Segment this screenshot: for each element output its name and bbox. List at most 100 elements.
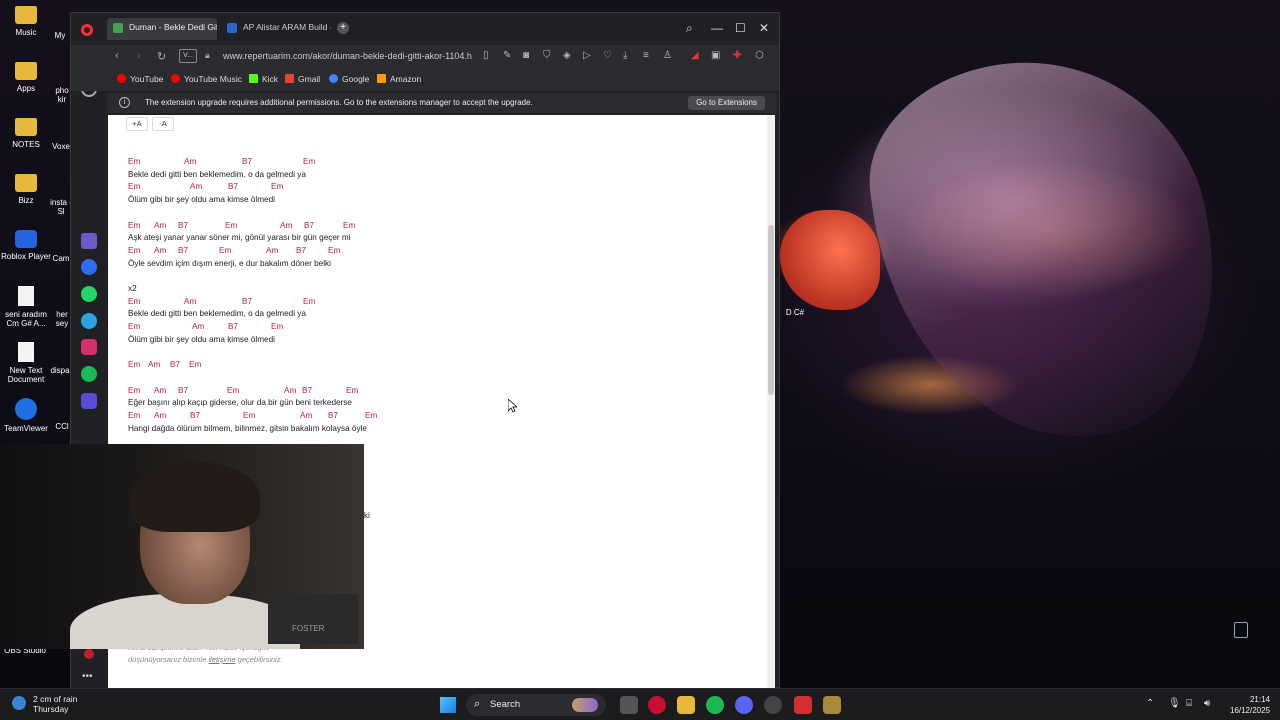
- chord[interactable]: Am: [192, 322, 204, 331]
- chord[interactable]: Em: [346, 386, 358, 395]
- url-field[interactable]: www.repertuarim.com/akor/duman-bekle-ded…: [223, 51, 473, 61]
- extension-icon[interactable]: ◢: [691, 50, 699, 61]
- rain-icon[interactable]: [12, 696, 26, 710]
- font-decrease-button[interactable]: -A: [152, 117, 174, 131]
- spotify-taskbar-icon[interactable]: [706, 696, 724, 714]
- scrollbar-thumb[interactable]: [768, 225, 774, 395]
- spotify-icon[interactable]: [81, 366, 97, 382]
- bookmark-youtube[interactable]: YouTube: [117, 74, 163, 84]
- new-tab-button[interactable]: +: [337, 22, 349, 34]
- chord[interactable]: B7: [178, 221, 188, 230]
- reader-icon[interactable]: ▯: [483, 50, 489, 61]
- menu-icon[interactable]: ≡: [643, 50, 649, 61]
- chord[interactable]: Am: [154, 246, 166, 255]
- bookmark-gmail[interactable]: Gmail: [285, 74, 320, 84]
- chord[interactable]: Em: [219, 246, 231, 255]
- chord[interactable]: B7: [178, 386, 188, 395]
- chord[interactable]: Am: [280, 221, 292, 230]
- chord[interactable]: Em: [189, 360, 201, 369]
- chord[interactable]: Em: [343, 221, 355, 230]
- camera-icon[interactable]: ◙: [523, 50, 529, 61]
- chord[interactable]: Em: [128, 386, 140, 395]
- windows-start-icon[interactable]: [440, 697, 456, 713]
- desktop-icon-roblox[interactable]: Roblox Player: [0, 230, 52, 261]
- more-icon[interactable]: •••: [82, 671, 93, 682]
- chord[interactable]: B7: [328, 411, 338, 420]
- lock-icon[interactable]: 🔒︎: [205, 50, 210, 61]
- task-view-icon[interactable]: [620, 696, 638, 714]
- weather-widget[interactable]: 2 cm of rain Thursday: [33, 694, 77, 714]
- network-icon[interactable]: ⌸: [1186, 698, 1192, 709]
- chord[interactable]: Em: [303, 297, 315, 306]
- chord[interactable]: Em: [128, 221, 140, 230]
- instagram-icon[interactable]: [81, 339, 97, 355]
- desktop-icon-new-text-document[interactable]: New Text Document: [0, 342, 52, 384]
- chord[interactable]: B7: [242, 157, 252, 166]
- volume-icon[interactable]: 🔊︎: [1204, 698, 1210, 709]
- desktop-icon-notes[interactable]: NOTES: [0, 118, 52, 149]
- font-increase-button[interactable]: +A: [126, 117, 148, 131]
- reload-icon[interactable]: ↻: [157, 50, 166, 63]
- chord[interactable]: Em: [128, 322, 140, 331]
- league-client-icon[interactable]: [823, 696, 841, 714]
- messenger-icon[interactable]: [81, 259, 97, 275]
- file-explorer-icon[interactable]: [677, 696, 695, 714]
- microphone-icon[interactable]: 🎙︎: [1168, 698, 1181, 709]
- shield-icon[interactable]: ⛉: [543, 50, 551, 61]
- tab-alistar[interactable]: AP Alistar ARAM Build - U: [221, 18, 331, 40]
- aria-icon[interactable]: [81, 233, 97, 249]
- bookmark-amazon[interactable]: Amazon: [377, 74, 421, 84]
- chord[interactable]: Em: [128, 246, 140, 255]
- extensions-cube-icon[interactable]: ⬡: [755, 50, 764, 61]
- edit-icon[interactable]: ✎: [503, 50, 511, 61]
- chord[interactable]: Em: [365, 411, 377, 420]
- tab-duman[interactable]: Duman - Bekle Dedi Gitti -: [107, 18, 217, 40]
- chord[interactable]: Am: [154, 221, 166, 230]
- tray-chevron-icon[interactable]: ⌃: [1146, 698, 1154, 709]
- extension-icon[interactable]: ▣: [711, 50, 720, 61]
- page-scrollbar[interactable]: [767, 115, 775, 689]
- chord[interactable]: Am: [190, 182, 202, 191]
- opera-logo-icon[interactable]: [81, 24, 93, 36]
- chord[interactable]: Am: [148, 360, 160, 369]
- chord[interactable]: Em: [128, 360, 140, 369]
- chord[interactable]: Am: [300, 411, 312, 420]
- chord[interactable]: Em: [271, 182, 283, 191]
- system-clock[interactable]: 21:14 16/12/2025: [1222, 694, 1270, 716]
- chord[interactable]: Em: [271, 322, 283, 331]
- play-icon[interactable]: ▷: [583, 50, 591, 61]
- bookmark-youtube-music[interactable]: YouTube Music: [171, 74, 242, 84]
- chord[interactable]: Em: [328, 246, 340, 255]
- steam-icon[interactable]: [764, 696, 782, 714]
- vpn-badge[interactable]: V...: [179, 49, 197, 63]
- whatsapp-icon[interactable]: [81, 286, 97, 302]
- opera-small-icon[interactable]: [84, 649, 94, 659]
- chord[interactable]: Em: [227, 386, 239, 395]
- taskbar-search[interactable]: ⌕ Search: [466, 694, 606, 716]
- maximize-button[interactable]: ☐: [735, 21, 746, 35]
- go-to-extensions-button[interactable]: Go to Extensions: [688, 96, 765, 110]
- chord[interactable]: Am: [184, 157, 196, 166]
- desktop-icon-bizz[interactable]: Bizz: [0, 174, 52, 205]
- chord[interactable]: B7: [302, 386, 312, 395]
- app-taskbar-icon[interactable]: [794, 696, 812, 714]
- chord[interactable]: Em: [128, 157, 140, 166]
- chord[interactable]: B7: [178, 246, 188, 255]
- discord-icon[interactable]: [735, 696, 753, 714]
- search-tabs-icon[interactable]: ⌕: [686, 21, 693, 36]
- contact-link[interactable]: iletişime: [208, 655, 235, 664]
- back-icon[interactable]: ‹: [115, 50, 119, 62]
- chord[interactable]: Am: [154, 386, 166, 395]
- close-button[interactable]: ✕: [759, 21, 769, 35]
- chord[interactable]: Am: [154, 411, 166, 420]
- bookmark-kick[interactable]: Kick: [249, 74, 278, 84]
- chord[interactable]: Am: [184, 297, 196, 306]
- heart-icon[interactable]: ♡: [603, 50, 612, 61]
- chord[interactable]: B7: [242, 297, 252, 306]
- desktop-icon-text-file[interactable]: seni aradım Cm G# A...: [0, 286, 52, 328]
- chord[interactable]: Em: [303, 157, 315, 166]
- extension-icon[interactable]: ✚: [733, 50, 741, 61]
- chord[interactable]: B7: [228, 182, 238, 191]
- chord[interactable]: Em: [225, 221, 237, 230]
- desktop-icon-apps[interactable]: Apps: [0, 62, 52, 93]
